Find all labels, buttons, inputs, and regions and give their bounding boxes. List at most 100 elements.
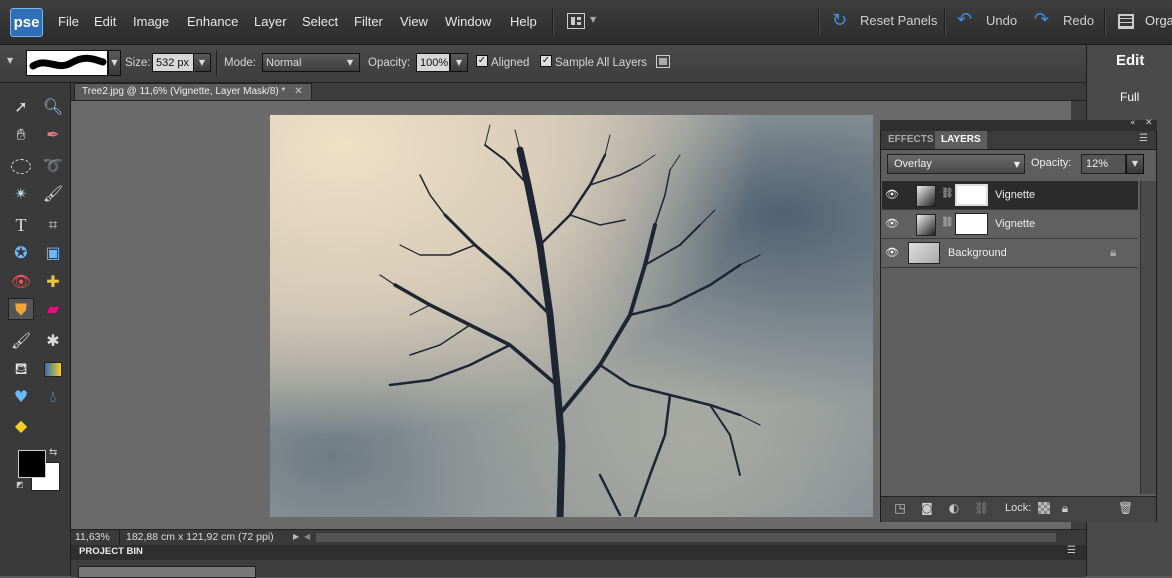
organizer-icon[interactable] <box>1118 14 1134 29</box>
swap-colors-icon[interactable]: ⇆ <box>49 447 57 458</box>
menu-help[interactable]: Help <box>510 14 537 29</box>
foreground-color-swatch[interactable] <box>18 450 46 478</box>
background-thumbnail[interactable] <box>908 242 940 264</box>
link-icon[interactable]: ⛓ <box>941 188 954 199</box>
layer-name[interactable]: Vignette <box>995 218 1035 230</box>
panel-menu-icon[interactable]: ☰ <box>1139 133 1148 144</box>
clone-stamp-tool-icon[interactable]: ⛊ <box>8 298 34 320</box>
hand-tool-icon[interactable]: ✋︎ <box>8 124 34 146</box>
undo-icon[interactable]: ↶ <box>957 9 972 30</box>
project-bin-title[interactable]: PROJECT BIN <box>79 546 143 557</box>
cookie-cutter-tool-icon[interactable]: ✪ <box>8 242 34 264</box>
adjustment-thumbnail[interactable] <box>916 214 936 236</box>
magic-wand-tool-icon[interactable]: ✴ <box>8 183 34 205</box>
chevron-down-icon[interactable]: ▼ <box>590 15 596 24</box>
brush-tool-icon[interactable]: 🖌︎ <box>8 330 34 352</box>
layer-mask-thumbnail[interactable] <box>955 213 988 235</box>
blend-mode-select[interactable]: Overlay ▼ <box>887 154 1025 174</box>
redo-icon[interactable]: ↷ <box>1034 9 1049 30</box>
redo-button[interactable]: Redo <box>1063 13 1094 28</box>
layer-name[interactable]: Background <box>948 247 1007 259</box>
move-tool-icon[interactable]: ➚ <box>8 96 34 118</box>
layer-row-vignette-2[interactable]: 👁︎ ⛓ Vignette <box>882 210 1138 239</box>
edit-panel-title[interactable]: Edit <box>1116 52 1144 69</box>
blur-tool-icon[interactable]: 💧︎ <box>40 386 66 408</box>
reset-panels-button[interactable]: Reset Panels <box>860 13 937 28</box>
mode-select[interactable]: Normal <box>262 53 360 72</box>
menu-image[interactable]: Image <box>133 14 169 29</box>
visibility-eye-icon[interactable]: 👁︎ <box>882 239 902 267</box>
new-layer-icon[interactable]: ◳ <box>893 501 907 515</box>
adjustment-layer-icon[interactable]: ◐ <box>947 501 961 515</box>
close-icon[interactable]: ✕ <box>294 86 302 97</box>
arrange-icon[interactable] <box>567 13 585 29</box>
sponge-tool-icon[interactable]: ◆ <box>8 415 34 437</box>
shape-tool-icon[interactable]: ♥ <box>8 386 34 408</box>
organizer-button[interactable]: Orga <box>1145 13 1172 28</box>
red-eye-tool-icon[interactable]: 👁︎ <box>8 271 34 293</box>
zoom-tool-icon[interactable]: 🔍︎ <box>40 96 66 118</box>
close-icon[interactable]: ✕ <box>1145 118 1153 128</box>
layer-opacity-dropdown-button[interactable]: ▼ <box>1126 154 1144 174</box>
status-menu-arrow-icon[interactable]: ▶ <box>293 532 299 541</box>
layer-name[interactable]: Vignette <box>995 189 1035 201</box>
layer-mask-thumbnail[interactable] <box>955 184 988 206</box>
project-bin-dropdown[interactable] <box>78 566 256 578</box>
document-tab[interactable]: Tree2.jpg @ 11,6% (Vignette, Layer Mask/… <box>74 83 312 100</box>
edit-mode-full-tab[interactable]: Full <box>1120 90 1139 104</box>
tool-preset-chevron-icon[interactable]: ▼ <box>7 56 13 65</box>
panel-menu-icon[interactable]: ☰ <box>1067 545 1076 556</box>
brush-preview[interactable] <box>26 50 108 76</box>
menu-select[interactable]: Select <box>302 14 338 29</box>
eyedropper-tool-icon[interactable]: ✒ <box>40 124 66 146</box>
collapse-icon[interactable]: « <box>1130 118 1136 128</box>
quick-selection-tool-icon[interactable]: 🖌︎ <box>40 183 66 205</box>
tab-effects[interactable]: EFFECTS <box>882 131 940 149</box>
default-colors-icon[interactable]: ◩ <box>16 480 24 489</box>
menu-filter[interactable]: Filter <box>354 14 383 29</box>
trash-icon[interactable]: 🗑︎ <box>1118 501 1133 515</box>
size-input[interactable]: 532 px <box>152 53 194 72</box>
document-image[interactable] <box>270 115 873 517</box>
crop-tool-icon[interactable]: ⌗ <box>40 214 66 236</box>
marquee-tool-icon[interactable] <box>8 155 34 177</box>
layer-row-background[interactable]: 👁︎ Background 🔒︎ <box>882 239 1138 268</box>
reset-icon[interactable]: ↻ <box>832 10 847 31</box>
aligned-checkbox[interactable]: ✓ <box>476 55 488 67</box>
scroll-left-icon[interactable]: ◀ <box>304 532 310 541</box>
lasso-tool-icon[interactable]: ➰ <box>40 155 66 177</box>
healing-brush-tool-icon[interactable]: ✚ <box>40 271 66 293</box>
sample-all-layers-checkbox[interactable]: ✓ <box>540 55 552 67</box>
menu-layer[interactable]: Layer <box>254 14 287 29</box>
gradient-tool-icon[interactable] <box>40 358 66 380</box>
adjustment-thumbnail[interactable] <box>916 185 936 207</box>
size-dropdown-button[interactable]: ▼ <box>193 53 211 72</box>
tab-layers[interactable]: LAYERS <box>935 131 987 149</box>
link-layers-icon[interactable]: ⛓ <box>974 501 989 515</box>
type-tool-icon[interactable]: T <box>8 214 34 236</box>
smart-brush-tool-icon[interactable]: ✱ <box>40 330 66 352</box>
menu-view[interactable]: View <box>400 14 428 29</box>
add-mask-icon[interactable]: ◙ <box>920 501 934 515</box>
opacity-input[interactable]: 100% <box>416 53 450 72</box>
lock-transparency-icon[interactable] <box>1038 502 1050 514</box>
lock-all-icon[interactable]: 🔒︎ <box>1058 501 1072 515</box>
horizontal-scrollbar[interactable] <box>316 533 1056 542</box>
eraser-tool-icon[interactable]: ▰ <box>40 298 66 320</box>
undo-button[interactable]: Undo <box>986 13 1017 28</box>
link-icon[interactable]: ⛓ <box>941 217 954 228</box>
visibility-eye-icon[interactable]: 👁︎ <box>882 181 902 209</box>
opacity-dropdown-button[interactable]: ▼ <box>450 53 468 72</box>
menu-enhance[interactable]: Enhance <box>187 14 238 29</box>
brush-dropdown-button[interactable]: ▼ <box>108 50 121 76</box>
clone-overlay-icon[interactable] <box>656 55 670 68</box>
visibility-eye-icon[interactable]: 👁︎ <box>882 210 902 238</box>
paint-bucket-tool-icon[interactable]: ⛾ <box>8 358 34 380</box>
layer-opacity-input[interactable]: 12% <box>1081 154 1126 174</box>
layer-row-vignette-1[interactable]: 👁︎ ⛓ Vignette <box>882 181 1138 210</box>
layers-scrollbar[interactable] <box>1140 181 1156 494</box>
menu-window[interactable]: Window <box>445 14 491 29</box>
zoom-level[interactable]: 11,63% <box>75 531 110 543</box>
menu-edit[interactable]: Edit <box>94 14 116 29</box>
menu-file[interactable]: File <box>58 14 79 29</box>
